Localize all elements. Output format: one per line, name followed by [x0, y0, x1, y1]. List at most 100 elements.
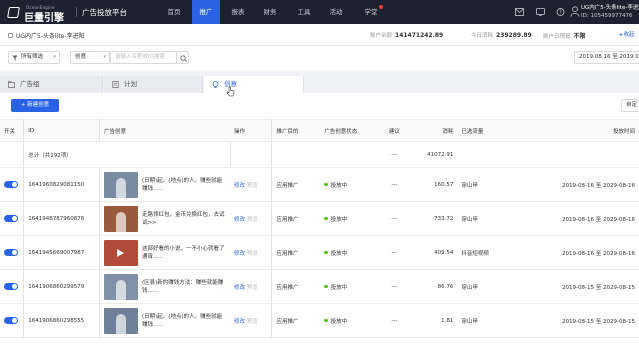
edit-link[interactable]: 修改: [234, 319, 245, 325]
divider: [76, 7, 77, 17]
creative-thumbnail[interactable]: [104, 205, 138, 232]
table-row[interactable]: 1641906860299579 (区县)新的赚钱方法：赚些就能赚钱...... 修…: [0, 269, 639, 304]
switch-cell: [0, 167, 25, 202]
account-name-text: UG内广5-头条lite-李进阳: [16, 33, 85, 40]
document-icon: [112, 81, 119, 88]
collapse-toggle[interactable]: ◂ 收起: [619, 30, 635, 38]
nav-academy-label: 学堂: [364, 8, 378, 16]
creative-type-select[interactable]: 创意 ▾: [70, 51, 110, 64]
suggest-cell: ---: [380, 167, 409, 202]
all-filter-label: 所有筛选: [21, 54, 44, 60]
folder-icon: [8, 81, 15, 88]
col-cost[interactable]: 消耗: [408, 119, 458, 142]
platform-title: 广告投放平台: [82, 8, 127, 17]
today-cost-label: 今日消耗: [471, 33, 494, 39]
account-bar: UG内广5-头条lite-李进阳 账户余额 141471242.89 今日消耗 23…: [0, 24, 639, 46]
user-info[interactable]: UG内广5-头条lite-李进阳 ID: 105459977476: [581, 4, 639, 20]
status-text: 投放中: [330, 284, 348, 291]
lightbulb-icon: [212, 81, 219, 88]
budget-label: 账户日预算: [543, 34, 571, 40]
tab-creative[interactable]: 创意: [204, 76, 304, 93]
time-cell: 2019-08-15 至 2029-08-15: [531, 269, 639, 304]
nav-academy[interactable]: 学堂: [356, 0, 386, 24]
status-toggle[interactable]: [4, 317, 18, 324]
edit-link[interactable]: 修改: [234, 285, 245, 291]
col-status[interactable]: 广告创意状态: [320, 119, 381, 142]
balance-value: 141471242.89: [395, 32, 444, 39]
time-cell: 2019-08-16 至 2029-08-16: [531, 201, 639, 236]
budget-value: 不限: [573, 33, 586, 40]
col-id[interactable]: ID: [23, 119, 100, 142]
account-icon: [8, 33, 13, 38]
edit-link[interactable]: 修改: [234, 217, 245, 223]
total-action-cell: [230, 141, 273, 168]
creative-id: 1641945669007987: [23, 235, 100, 270]
creative-title: 走路领红包，金币兑换红包，去试试>>: [142, 211, 225, 226]
traffic-cell: 穿山甲: [457, 303, 532, 338]
status-toggle[interactable]: [4, 181, 18, 188]
traffic-cell: 穿山甲: [457, 269, 532, 304]
status-text: 投放中: [330, 318, 348, 325]
switch-cell: [0, 201, 25, 236]
creative-thumbnail[interactable]: [104, 239, 138, 266]
brand-logo[interactable]: OceanEngine 巨量引擎: [7, 4, 84, 24]
traffic-cell: 穿山甲: [457, 201, 532, 236]
action-cell: 修改 预览: [230, 201, 273, 236]
target-cell: 应用推广: [271, 167, 321, 202]
cost-cell: 86.76: [408, 269, 458, 304]
tab-ad-group[interactable]: 广告组: [0, 76, 103, 93]
user-avatar-icon[interactable]: [570, 6, 580, 17]
mail-icon[interactable]: [515, 8, 524, 16]
suggest-cell: ---: [380, 303, 409, 338]
col-time: 投放时间: [531, 119, 639, 142]
nav-finance[interactable]: 财务: [256, 0, 284, 24]
tab-ad-group-label: 广告组: [20, 80, 40, 88]
message-icon[interactable]: [536, 8, 545, 16]
help-icon[interactable]: ?: [556, 8, 565, 16]
table-row[interactable]: 1641948787960876 走路领红包，金币兑换红包，去试试>> 修改 预览应…: [0, 201, 639, 236]
nav-tools[interactable]: 工具: [290, 0, 318, 24]
today-cost: 今日消耗 239289.89: [471, 31, 532, 39]
status-dot: [324, 182, 328, 187]
search-input[interactable]: 请输入名称或ID搜索: [110, 51, 177, 64]
table-row[interactable]: 1641906860298555 (日期)起。(地点)的人，赚些就能赚钱.....…: [0, 303, 639, 338]
filter-bar: 所有筛选 ▾ 创意 ▾ 请输入名称或ID搜索 2019.08.16 至 2019…: [0, 46, 639, 70]
mouse-pointer-icon: [226, 86, 235, 97]
nav-reports[interactable]: 报表: [224, 0, 252, 24]
table-row[interactable]: 1641945669007987 这部好看的小说，一不小心就看了通宵...... 修…: [0, 235, 639, 270]
action-cell: 修改 预览: [230, 269, 273, 304]
creative-thumbnail[interactable]: [104, 307, 138, 334]
status-toggle[interactable]: [4, 283, 18, 290]
all-filter-dropdown[interactable]: 所有筛选 ▾: [8, 51, 60, 64]
user-name: UG内广5-头条lite-李进阳: [581, 5, 639, 11]
tab-plan[interactable]: 计划: [104, 76, 203, 93]
preview-link[interactable]: 预览: [247, 217, 258, 223]
search-button[interactable]: [176, 51, 189, 64]
col-action: 操作: [230, 119, 273, 142]
date-range-picker[interactable]: 2019.08.16 至 2019.08.2: [574, 51, 639, 64]
nav-activities[interactable]: 活动: [322, 0, 350, 24]
creative-cell: (区县)新的赚钱方法：赚些就能赚钱......: [99, 269, 230, 304]
nav-promotion[interactable]: 推广: [192, 0, 220, 24]
status-toggle[interactable]: [4, 215, 18, 222]
creative-thumbnail[interactable]: [104, 171, 138, 198]
target-cell: 应用推广: [271, 269, 321, 304]
edit-link[interactable]: 修改: [234, 251, 245, 257]
preview-link[interactable]: 预览: [247, 251, 258, 257]
table-header-row: 开关 ID 广告创意 操作 推广目的 广告创意状态 建议 消耗 已选流量 投放时…: [0, 119, 639, 142]
preview-link[interactable]: 预览: [247, 285, 258, 291]
creative-thumbnail[interactable]: [104, 273, 138, 300]
nav-home[interactable]: 首页: [160, 0, 188, 24]
total-traffic-cell: [457, 141, 532, 168]
traffic-cell: 抖音短视频: [457, 235, 532, 270]
chevron-down-icon: ▾: [103, 54, 106, 60]
table-row[interactable]: 1641960829081150 (日期)起。(地点)的人，赚些就能赚钱.....…: [0, 167, 639, 202]
custom-columns-button[interactable]: 自定: [621, 99, 639, 112]
action-cell: 修改 预览: [230, 167, 273, 202]
creative-title: (日期)起。(地点)的人，赚些就能赚钱......: [142, 177, 223, 192]
new-creative-button[interactable]: + 新建创意: [11, 99, 59, 112]
preview-link[interactable]: 预览: [247, 319, 258, 325]
preview-link[interactable]: 预览: [247, 183, 258, 189]
edit-link[interactable]: 修改: [234, 183, 245, 189]
status-toggle[interactable]: [4, 249, 18, 256]
